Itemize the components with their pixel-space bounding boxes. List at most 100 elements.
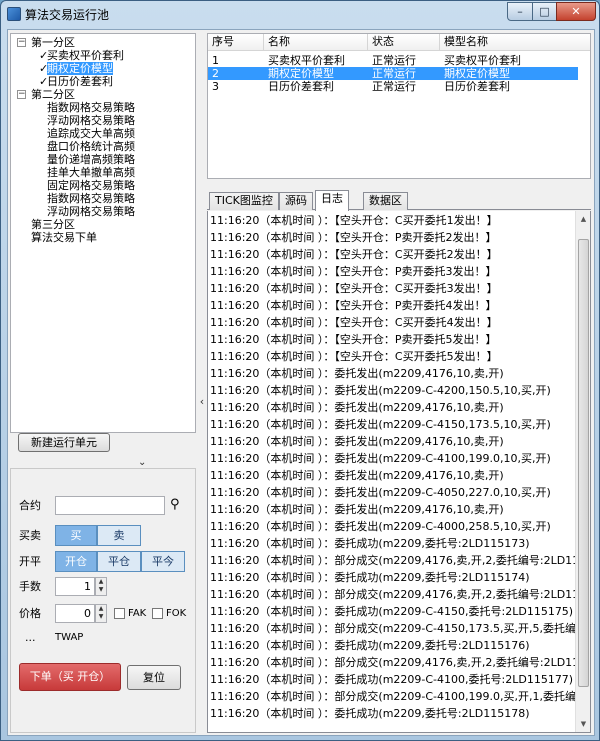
- log-line: 11:16:20（本机时间 ）：【空头开仓：C买开委托4发出！】: [210, 314, 498, 331]
- tree-item[interactable]: 盘口价格统计高频: [47, 140, 135, 153]
- table-cell: 日历价差套利: [268, 80, 334, 93]
- log-message: 部分成交(m2209,4176,卖,开,2,委托编号:2LD1151: [334, 588, 591, 601]
- scroll-down-icon[interactable]: ▼: [576, 716, 590, 732]
- tree-item[interactable]: 日历价差套利: [47, 75, 113, 88]
- scroll-up-icon[interactable]: ▲: [576, 211, 590, 227]
- log-timestamp: 11:16:20（本机时间 ）：: [210, 571, 335, 584]
- tree-item[interactable]: 指数网格交易策略: [47, 192, 135, 205]
- log-line: 11:16:20（本机时间 ）：委托发出(m2209-C-4200,150.5,…: [210, 382, 551, 399]
- log-scrollbar[interactable]: ▲ ▼: [575, 211, 590, 732]
- log-message: 委托发出(m2209-C-4200,150.5,10,买,开): [334, 384, 551, 397]
- submit-order-button[interactable]: 下单（买 开仓）: [19, 663, 121, 691]
- qty-stepper[interactable]: ▲ ▼: [95, 577, 107, 596]
- log-line: 11:16:20（本机时间 ）：委托发出(m2209-C-4050,227.0,…: [210, 484, 551, 501]
- qty-input[interactable]: 1: [55, 577, 95, 596]
- tree-item[interactable]: 浮动网格交易策略: [47, 114, 135, 127]
- tree-item[interactable]: 第二分区: [31, 88, 75, 101]
- tree-expand-toggle[interactable]: −: [17, 90, 26, 99]
- log-line: 11:16:20（本机时间 ）：【空头开仓：P卖开委托5发出！】: [210, 331, 497, 348]
- log-message: 委托发出(m2209,4176,10,卖,开): [334, 469, 504, 482]
- maximize-button[interactable]: □: [532, 2, 557, 21]
- tree-item[interactable]: 指数网格交易策略: [47, 101, 135, 114]
- tab-log[interactable]: 日志: [315, 190, 349, 211]
- log-message: 委托发出(m2209-C-4150,173.5,10,买,开): [334, 418, 551, 431]
- log-message: 部分成交(m2209-C-4150,173.5,买,开,5,委托编号: [334, 622, 587, 635]
- contract-input[interactable]: [55, 496, 165, 515]
- new-run-unit-button[interactable]: 新建运行单元: [18, 433, 110, 452]
- title-bar[interactable]: 算法交易运行池 – □ ✕: [1, 1, 599, 27]
- col-model-name[interactable]: 模型名称: [440, 34, 590, 51]
- collapse-left-arrow-icon[interactable]: ‹: [198, 395, 206, 408]
- minimize-button[interactable]: –: [507, 2, 533, 21]
- fok-checkbox[interactable]: [152, 608, 163, 619]
- log-message: 委托发出(m2209,4176,10,卖,开): [334, 367, 504, 380]
- tab-tick-monitor[interactable]: TICK图监控: [209, 192, 279, 210]
- strategy-tree[interactable]: − 第一分区 ✓ 买卖权平价套利 ✓ 期权定价模型 ✓ 日历价差套利 − 第二分区 指数网格交易策略…: [10, 33, 196, 433]
- log-message: 部分成交(m2209,4176,卖,开,2,委托编号:2LD1151: [334, 554, 591, 567]
- tree-item[interactable]: 第一分区: [31, 36, 75, 49]
- col-name[interactable]: 名称: [264, 34, 368, 51]
- log-timestamp: 11:16:20（本机时间 ）：: [210, 537, 335, 550]
- col-index[interactable]: 序号: [208, 34, 264, 51]
- tree-item[interactable]: 算法交易下单: [31, 231, 97, 244]
- table-row[interactable]: 2 期权定价模型 正常运行 期权定价模型: [208, 67, 578, 80]
- col-status[interactable]: 状态: [368, 34, 440, 51]
- log-timestamp: 11:16:20（本机时间 ）：: [210, 520, 335, 533]
- log-message: 委托发出(m2209-C-4000,258.5,10,买,开): [334, 520, 551, 533]
- table-row[interactable]: 3 日历价差套利 正常运行 日历价差套利: [208, 80, 578, 93]
- app-icon: [7, 7, 21, 21]
- tab-source[interactable]: 源码: [279, 192, 313, 210]
- close-today-toggle[interactable]: 平今: [141, 551, 185, 572]
- fak-checkbox[interactable]: [114, 608, 125, 619]
- open-toggle[interactable]: 开仓: [55, 551, 97, 572]
- algo-type-value: TWAP: [55, 632, 84, 643]
- log-line: 11:16:20（本机时间 ）：委托发出(m2209,4176,10,卖,开): [210, 467, 504, 484]
- more-options-button[interactable]: ...: [25, 631, 36, 645]
- log-timestamp: 11:16:20（本机时间 ）：: [210, 367, 335, 380]
- tree-item[interactable]: 量价递增高频策略: [47, 153, 135, 166]
- log-timestamp: 11:16:20（本机时间 ）：: [210, 554, 335, 567]
- log-line: 11:16:20（本机时间 ）：委托发出(m2209,4176,10,卖,开): [210, 399, 504, 416]
- log-message: 部分成交(m2209,4176,卖,开,2,委托编号:2LD1151: [334, 656, 591, 669]
- chevron-down-icon[interactable]: ⌄: [138, 457, 146, 468]
- side-label: 买卖: [19, 529, 41, 542]
- reset-button[interactable]: 复位: [127, 665, 181, 690]
- contract-label: 合约: [19, 499, 41, 512]
- log-line: 11:16:20（本机时间 ）：部分成交(m2209,4176,卖,开,2,委托…: [210, 586, 591, 603]
- log-timestamp: 11:16:20（本机时间 ）：: [210, 214, 335, 227]
- tree-item[interactable]: 固定网格交易策略: [47, 179, 135, 192]
- log-message: 【空头开仓：C买开委托1发出！】: [334, 214, 498, 227]
- close-toggle[interactable]: 平仓: [97, 551, 141, 572]
- log-timestamp: 11:16:20（本机时间 ）：: [210, 282, 335, 295]
- tree-expand-toggle[interactable]: −: [17, 38, 26, 47]
- close-button[interactable]: ✕: [556, 2, 596, 21]
- log-line: 11:16:20（本机时间 ）：委托成功(m2209,委托号:2LD115176…: [210, 637, 530, 654]
- sell-toggle[interactable]: 卖: [97, 525, 141, 546]
- log-message: 委托成功(m2209,委托号:2LD115174): [334, 571, 530, 584]
- panel-splitter[interactable]: [198, 33, 206, 733]
- log-line: 11:16:20（本机时间 ）：【空头开仓：C买开委托2发出！】: [210, 246, 498, 263]
- log-timestamp: 11:16:20（本机时间 ）：: [210, 418, 335, 431]
- log-message: 【空头开仓：C买开委托3发出！】: [334, 282, 498, 295]
- log-message: 委托成功(m2209,委托号:2LD115176): [334, 639, 530, 652]
- tree-item[interactable]: 挂单大单撤单高频: [47, 166, 135, 179]
- log-panel[interactable]: 11:16:20（本机时间 ）： 委托成功(m2209,委托号:2LD115178…: [207, 211, 591, 733]
- tree-item[interactable]: 浮动网格交易策略: [47, 205, 135, 218]
- bottom-tabs: TICK图监控 源码 日志 数据区: [207, 190, 591, 211]
- table-row[interactable]: 1 买卖权平价套利 正常运行 买卖权平价套利: [208, 54, 578, 67]
- price-label: 价格: [19, 607, 41, 620]
- price-stepper[interactable]: ▲ ▼: [95, 604, 107, 623]
- price-input[interactable]: 0: [55, 604, 95, 623]
- log-line: 11:16:20（本机时间 ）：委托成功(m2209,委托号:2LD115178…: [210, 705, 530, 722]
- tree-item[interactable]: 第三分区: [31, 218, 75, 231]
- tree-item[interactable]: 买卖权平价套利: [47, 49, 124, 62]
- table-cell: 买卖权平价套利: [268, 54, 345, 67]
- scroll-thumb[interactable]: [578, 239, 589, 687]
- tab-data-area[interactable]: 数据区: [363, 192, 408, 210]
- buy-toggle[interactable]: 买: [55, 525, 97, 546]
- search-icon[interactable]: ⚲: [170, 498, 180, 512]
- log-message: 委托成功(m2209-C-4100,委托号:2LD115177): [334, 673, 574, 686]
- tree-item[interactable]: 期权定价模型: [47, 62, 113, 75]
- tree-item[interactable]: 追踪成交大单高频: [47, 127, 135, 140]
- log-timestamp: 11:16:20（本机时间 ）：: [210, 401, 335, 414]
